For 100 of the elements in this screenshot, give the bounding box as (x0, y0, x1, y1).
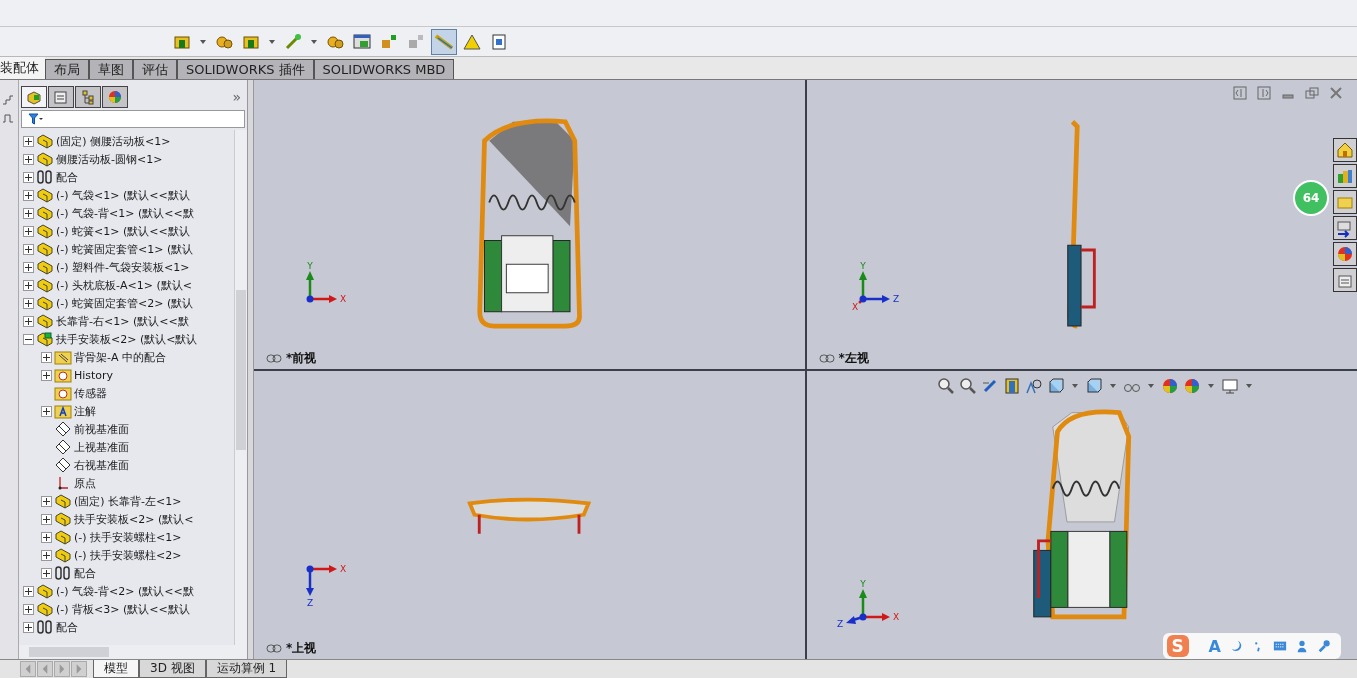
tree-item[interactable]: (-) 塑料件-气袋安装板<1> (56, 259, 190, 275)
filter-field[interactable] (21, 110, 245, 128)
tree-item[interactable]: (-) 蛇簧固定套管<1> (默认 (56, 241, 194, 257)
model-tab[interactable]: 运动算例 1 (205, 660, 288, 678)
scrollbar-thumb[interactable] (236, 290, 246, 450)
caret-icon[interactable] (1147, 383, 1154, 388)
caret-icon[interactable] (311, 39, 317, 44)
expand-toggle[interactable] (23, 621, 34, 633)
restore-icon[interactable] (1305, 86, 1319, 100)
scrollbar-thumb[interactable] (29, 647, 109, 657)
caret-icon[interactable] (1109, 383, 1116, 388)
folder-icon[interactable] (1333, 190, 1357, 214)
part-icon (36, 133, 54, 149)
panel-tab[interactable] (102, 86, 128, 108)
tree-item[interactable]: 传感器 (74, 385, 107, 401)
command-tab[interactable]: SOLIDWORKS MBD (313, 59, 455, 79)
close-icon[interactable] (1329, 86, 1343, 100)
command-tab[interactable]: 装配体 (0, 57, 45, 79)
expand-toggle[interactable] (41, 513, 52, 525)
panel-tab[interactable] (21, 86, 47, 108)
magnifier-icon[interactable] (936, 376, 955, 395)
tree-item[interactable]: (-) 头枕底板-A<1> (默认< (56, 277, 192, 293)
expand-panel-button[interactable]: » (232, 89, 245, 105)
tree-item[interactable]: (-) 气袋-背<1> (默认<<默 (56, 205, 194, 221)
layers-icon[interactable] (1333, 216, 1357, 240)
model-tab[interactable]: 3D 视图 (139, 660, 206, 678)
expand-toggle[interactable] (23, 585, 34, 597)
tree-item[interactable]: 配合 (56, 169, 78, 185)
command-tab[interactable]: 草图 (89, 59, 133, 79)
pulse-icon[interactable] (2, 112, 14, 124)
expand-toggle[interactable] (23, 207, 34, 219)
section-icon[interactable] (1002, 376, 1021, 395)
expand-toggle[interactable] (23, 315, 34, 327)
expand-toggle[interactable] (23, 333, 34, 345)
expand-toggle[interactable] (23, 297, 34, 309)
expand-toggle[interactable] (41, 369, 52, 381)
monitor-icon[interactable] (1220, 376, 1239, 395)
caret-icon[interactable] (269, 39, 275, 44)
tree-item[interactable]: (-) 扶手安装螺柱<2> (74, 547, 182, 563)
tile-right-icon[interactable] (1257, 86, 1271, 100)
expand-toggle[interactable] (23, 153, 34, 165)
expand-toggle[interactable] (23, 171, 34, 183)
tile-left-icon[interactable] (1233, 86, 1247, 100)
tree-item[interactable]: 配合 (56, 619, 78, 635)
annotation-icon[interactable] (1024, 376, 1043, 395)
model-tab[interactable]: 模型 (93, 660, 139, 678)
cube-icon[interactable] (1046, 376, 1065, 395)
tree-item[interactable]: 扶手安装板<2> (默认< (74, 511, 194, 527)
tree-item[interactable]: 扶手安装板<2> (默认<默认 (56, 331, 198, 347)
expand-toggle[interactable] (41, 567, 52, 579)
tree-item[interactable]: 长靠背-右<1> (默认<<默 (56, 313, 189, 329)
expand-toggle[interactable] (41, 531, 52, 543)
books-icon[interactable] (1333, 164, 1357, 188)
tree-item[interactable]: 侧腰活动板-圆钢<1> (56, 151, 163, 167)
expand-toggle[interactable] (23, 225, 34, 237)
tree-item[interactable]: 配合 (74, 565, 96, 581)
expand-toggle[interactable] (41, 549, 52, 561)
link-icon (266, 353, 282, 363)
clipboard-icon[interactable] (1333, 268, 1357, 292)
caret-icon[interactable] (1207, 383, 1214, 388)
command-tab[interactable]: SOLIDWORKS 插件 (177, 59, 314, 79)
tree-item[interactable]: (-) 蛇簧<1> (默认<<默认 (56, 223, 190, 239)
expand-toggle[interactable] (23, 603, 34, 615)
expand-toggle[interactable] (23, 135, 34, 147)
tree-item[interactable]: 前视基准面 (74, 421, 129, 437)
expand-toggle[interactable] (41, 495, 52, 507)
tree-item[interactable]: (-) 气袋<1> (默认<<默认 (56, 187, 190, 203)
magnifier-icon[interactable] (958, 376, 977, 395)
command-tab[interactable]: 布局 (45, 59, 89, 79)
keyboard-icon[interactable] (1273, 639, 1287, 653)
tree-item[interactable]: 原点 (74, 475, 96, 491)
ruler-icon[interactable] (431, 28, 457, 55)
person-icon[interactable] (1295, 639, 1309, 653)
tree-item[interactable]: (-) 背板<3> (默认<<默认 (56, 601, 190, 617)
caret-icon[interactable] (1245, 383, 1252, 388)
tree-item[interactable]: (-) 气袋-背<2> (默认<<默 (56, 583, 194, 599)
expand-toggle[interactable] (23, 279, 34, 291)
step-icon[interactable] (2, 94, 14, 106)
tree-item[interactable]: (固定) 侧腰活动板<1> (56, 133, 171, 149)
caret-icon[interactable] (1071, 383, 1078, 388)
cube-icon[interactable] (1084, 376, 1103, 395)
caret-icon[interactable] (200, 39, 206, 44)
tree-item[interactable]: 右视基准面 (74, 457, 129, 473)
expand-toggle[interactable] (41, 351, 52, 363)
tree-item[interactable]: (固定) 长靠背-左<1> (74, 493, 182, 509)
tree-item[interactable]: 注解 (74, 403, 96, 419)
expand-toggle[interactable] (23, 189, 34, 201)
wrench-icon[interactable] (1317, 639, 1331, 653)
command-tab[interactable]: 评估 (133, 59, 177, 79)
tree-item[interactable]: 上视基准面 (74, 439, 129, 455)
expand-toggle[interactable] (23, 261, 34, 273)
tree-item[interactable]: History (74, 368, 114, 382)
expand-toggle[interactable] (23, 243, 34, 255)
panel-tab[interactable] (75, 86, 101, 108)
expand-toggle[interactable] (41, 405, 52, 417)
tree-item[interactable]: (-) 蛇簧固定套管<2> (默认 (56, 295, 194, 311)
house-icon[interactable] (1333, 138, 1357, 162)
tree-item[interactable]: 背骨架-A 中的配合 (74, 349, 166, 365)
tree-item[interactable]: (-) 扶手安装螺柱<1> (74, 529, 182, 545)
panel-tab[interactable] (48, 86, 74, 108)
